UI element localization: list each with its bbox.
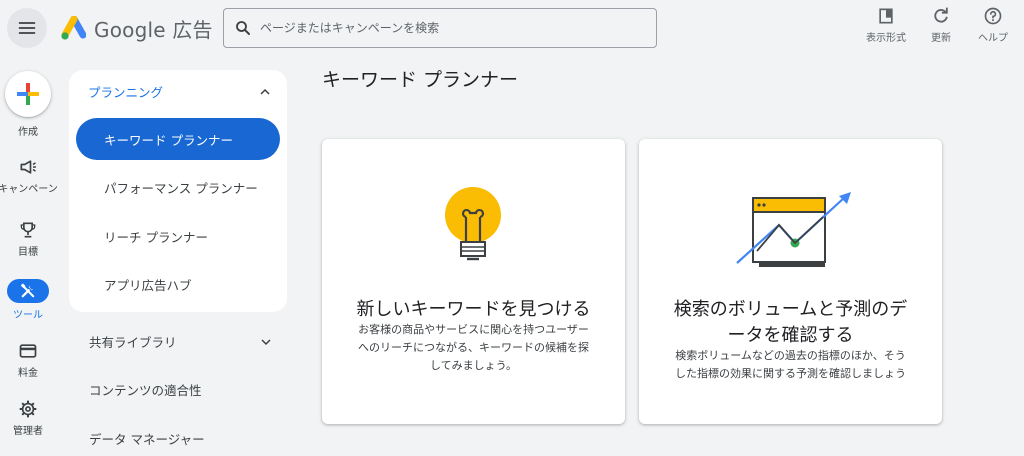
nav-item-label: リーチ プランナー [104,229,208,245]
plus-icon [17,83,39,105]
rail-billing-label: 料金 [18,368,38,379]
find-keywords-card[interactable]: 新しいキーワードを見つける お客様の商品やサービスに関心を持つユーザー へのリー… [322,139,625,424]
google-ads-logo-icon [61,15,86,40]
view-format-icon [879,8,893,24]
lightbulb-icon [445,187,501,261]
card-description: 検索ボリュームなどの過去の指標のほか、そう した指標の効果に関する予測を確認しま… [657,347,924,383]
rail-tools-label: ツール [13,310,43,321]
refresh-button[interactable]: 更新 [931,6,951,44]
content-suitability-label: コンテンツの適合性 [89,383,202,398]
card-description-line: してみましょう。 [429,359,517,372]
main-menu-button[interactable] [7,8,47,48]
nav-data-manager[interactable]: データ マネージャー [89,429,274,448]
trophy-icon [20,222,36,238]
search-icon [236,21,250,35]
card-description-line: 検索ボリュームなどの過去の指標のほか、そう [675,349,906,362]
rail-campaigns-label: キャンペーン [0,184,58,195]
rail-admin-label: 管理者 [13,426,43,437]
card-description-line: へのリーチにつながる、キーワードの候補を探 [358,341,589,354]
rail-campaigns[interactable]: キャンペーン [0,157,58,195]
nav-item-app-ads-hub[interactable]: アプリ広告ハブ [76,263,280,305]
rail-create[interactable]: 作成 [0,120,56,138]
rail-admin[interactable]: 管理者 [0,399,56,437]
top-bar: Google 広告 表示形式 更新 ヘルプ [0,0,1024,58]
refresh-icon [934,7,948,23]
search-volume-forecast-card[interactable]: 検索のボリュームと予測のデ ータを確認する 検索ボリュームなどの過去の指標のほか… [639,139,942,424]
trend-chart-icon [736,192,851,267]
view-format-button[interactable]: 表示形式 [866,6,906,44]
card-title-line: 検索のボリュームと予測のデ [673,299,908,320]
nav-item-reach-planner[interactable]: リーチ プランナー [76,215,280,257]
nav-shared-library[interactable]: 共有ライブラリ [89,332,274,351]
help-icon [984,7,1002,25]
megaphone-icon [20,160,36,174]
data-manager-label: データ マネージャー [89,432,205,447]
nav-item-label: キーワード プランナー [104,132,233,148]
card-title: 新しいキーワードを見つける [356,299,591,320]
nav-item-keyword-planner[interactable]: キーワード プランナー [76,118,280,160]
search-input[interactable] [260,21,640,35]
card-description-line: お客様の商品やサービスに関心を持つユーザー [358,323,589,336]
rail-tools[interactable]: ツール [0,279,56,321]
planning-section-label: プランニング [88,85,164,100]
card-title-line: ータを確認する [727,325,854,346]
view-format-label: 表示形式 [866,33,906,44]
gear-icon [19,400,37,418]
chevron-up-icon [260,88,270,95]
planning-section-header[interactable]: プランニング [88,82,273,101]
search-box[interactable] [223,8,657,48]
rail-goals[interactable]: 目標 [0,220,56,258]
nav-content-suitability[interactable]: コンテンツの適合性 [89,380,274,399]
product-name: Google 広告 [94,18,213,42]
create-button[interactable] [5,71,51,117]
tools-icon [20,283,35,298]
hamburger-menu-icon [18,22,36,34]
rail-create-label: 作成 [18,127,38,138]
chevron-down-icon [261,338,271,345]
nav-item-performance-planner[interactable]: パフォーマンス プランナー [76,166,280,208]
card-title: 検索のボリュームと予測のデ ータを確認する [639,297,942,349]
card-description: お客様の商品やサービスに関心を持つユーザー へのリーチにつながる、キーワードの候… [340,321,607,375]
credit-card-icon [19,344,37,358]
planning-nav-card: プランニング キーワード プランナー パフォーマンス プランナー リーチ プラン… [69,70,287,312]
shared-library-label: 共有ライブラリ [89,335,177,350]
nav-item-label: パフォーマンス プランナー [104,180,258,196]
tools-active-pill [7,279,49,303]
refresh-label: 更新 [931,33,951,44]
card-description-line: した指標の効果に関する予測を確認しましょう [675,367,906,380]
nav-item-label: アプリ広告ハブ [104,277,192,293]
google-ads-logo[interactable]: Google 広告 [58,14,213,43]
page-title: キーワード プランナー [322,69,519,91]
help-label: ヘルプ [978,33,1008,44]
rail-goals-label: 目標 [18,247,38,258]
rail-billing[interactable]: 料金 [0,341,56,379]
help-button[interactable]: ヘルプ [978,6,1008,44]
